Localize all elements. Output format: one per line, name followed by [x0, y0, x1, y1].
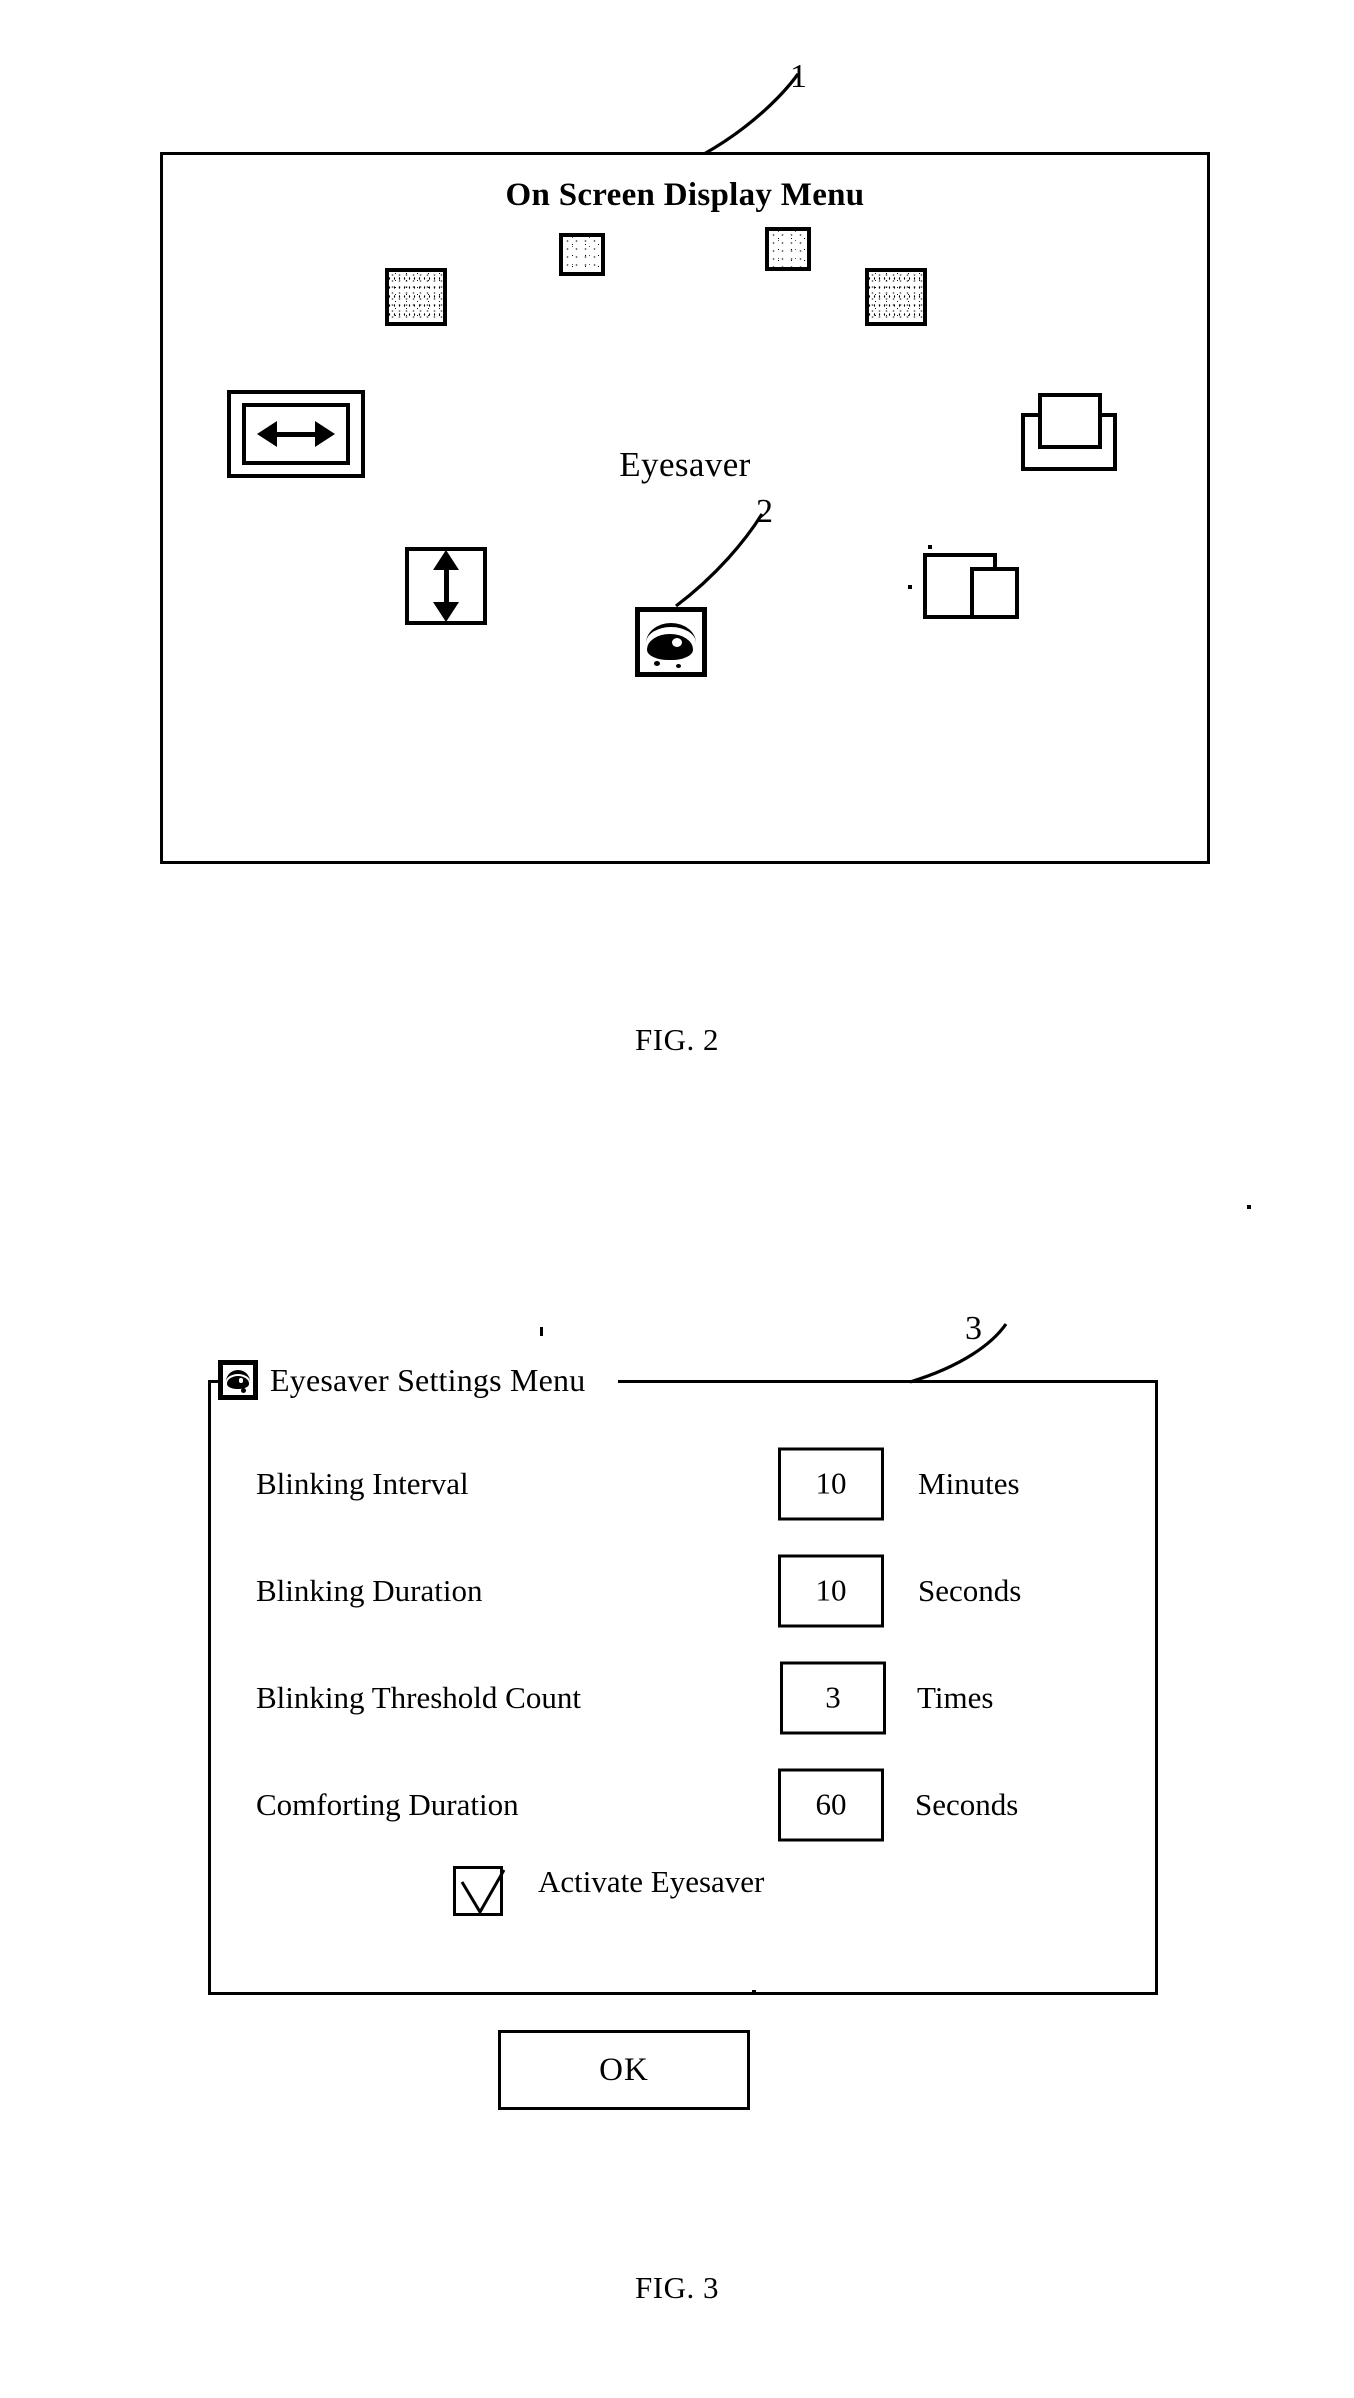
setting-row-blinking-duration: Blinking Duration 10 Seconds [208, 1537, 1158, 1644]
scan-speck [540, 1327, 543, 1336]
setting-label: Blinking Duration [256, 1572, 483, 1608]
setting-unit: Minutes [918, 1465, 1020, 1501]
scan-speck [1247, 1205, 1251, 1209]
checkmark-icon [460, 1869, 506, 1915]
osd-title: On Screen Display Menu [505, 177, 865, 213]
activate-eyesaver-row[interactable]: Activate Eyesaver [208, 1858, 1158, 1948]
contrast-icon[interactable] [765, 227, 811, 271]
ok-button[interactable]: OK [498, 2030, 750, 2110]
setting-row-comforting-duration: Comforting Duration 60 Seconds [208, 1751, 1158, 1858]
eyesaver-icon[interactable] [635, 607, 707, 677]
setting-label: Comforting Duration [256, 1786, 519, 1822]
vertical-arrow-icon [433, 550, 459, 622]
position-icon[interactable] [865, 268, 927, 326]
eyesaver-settings-dialog: Eyesaver Settings Menu Blinking Interval… [208, 1352, 1158, 1995]
setting-row-blinking-threshold-count: Blinking Threshold Count 3 Times [208, 1644, 1158, 1751]
setting-unit: Seconds [918, 1572, 1022, 1608]
dialog-title: Eyesaver Settings Menu [270, 1361, 586, 1398]
callout-number-3: 3 [965, 1310, 982, 1347]
blinking-threshold-count-input[interactable]: 3 [780, 1661, 886, 1734]
figure-2-caption: FIG. 2 [635, 1022, 719, 1057]
callout-number-2: 2 [756, 493, 773, 530]
scan-speck [908, 585, 912, 589]
blinking-duration-input[interactable]: 10 [778, 1554, 884, 1627]
setting-row-blinking-interval: Blinking Interval 10 Minutes [208, 1430, 1158, 1537]
dialog-titlebar: Eyesaver Settings Menu [218, 1352, 596, 1408]
dialog-border-top-right [618, 1380, 1158, 1383]
brightness-icon[interactable] [559, 233, 605, 276]
scan-speck [752, 1990, 756, 1994]
figure-3-caption: FIG. 3 [635, 2270, 719, 2305]
activate-eyesaver-label: Activate Eyesaver [538, 1864, 765, 1899]
comforting-duration-input[interactable]: 60 [778, 1768, 884, 1841]
eye-icon [218, 1360, 258, 1400]
horizontal-arrow-icon [257, 421, 335, 447]
callout-number-1: 1 [790, 58, 807, 95]
setting-unit: Times [917, 1679, 994, 1715]
osd-center-label: Eyesaver [619, 445, 751, 484]
color-temp-icon[interactable] [385, 268, 447, 326]
window-overlap-icon[interactable] [923, 547, 1019, 625]
osd-screen: On Screen Display Menu Eyesaver 2 [160, 152, 1210, 864]
setting-unit: Seconds [915, 1786, 1019, 1822]
setting-label: Blinking Threshold Count [256, 1679, 581, 1715]
vertical-size-icon[interactable] [405, 547, 487, 625]
setting-label: Blinking Interval [256, 1465, 469, 1501]
patent-drawing-page: 1 On Screen Display Menu Eyesaver 2 FIG.… [0, 0, 1354, 2398]
dialog-border-bottom [208, 1992, 1158, 1995]
blinking-interval-input[interactable]: 10 [778, 1447, 884, 1520]
scan-speck [928, 545, 932, 549]
settings-list: Blinking Interval 10 Minutes Blinking Du… [208, 1430, 1158, 1948]
